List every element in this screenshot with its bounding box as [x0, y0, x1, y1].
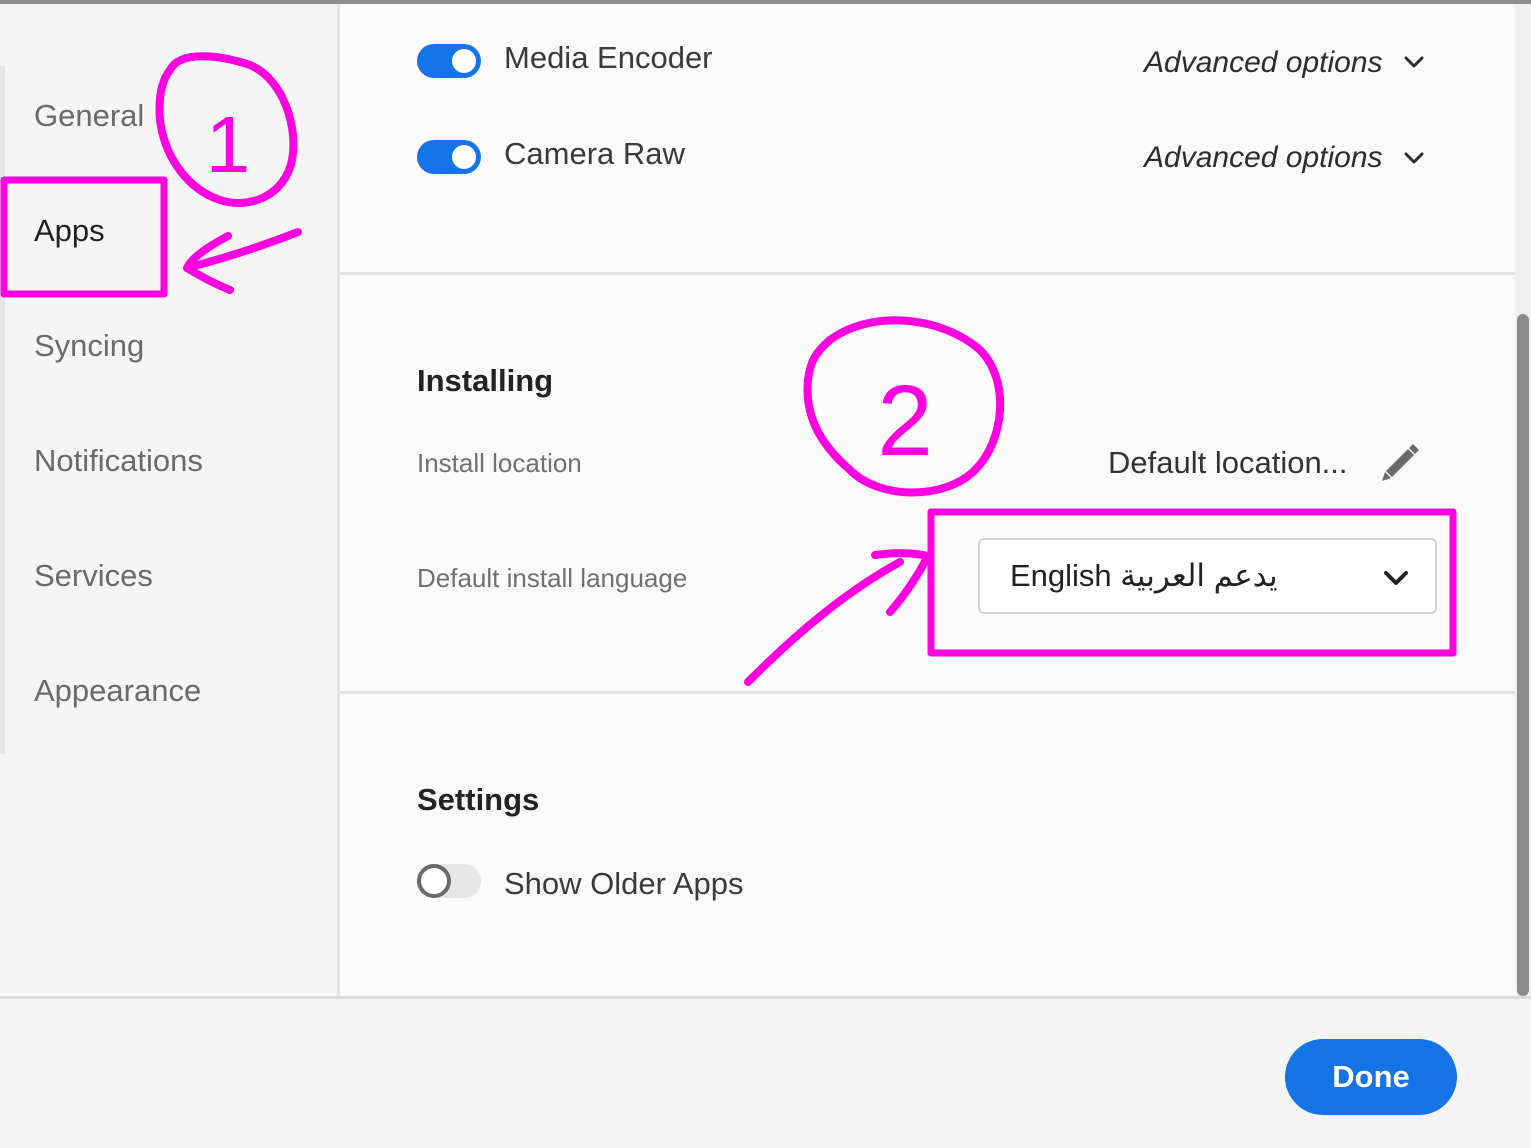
selected-language: English يدعم العربية — [1010, 558, 1278, 593]
camera-raw-label: Camera Raw — [504, 136, 685, 171]
section-divider — [340, 272, 1515, 275]
media-encoder-advanced-options[interactable]: Advanced options — [1144, 43, 1383, 83]
sidebar-item-appearance[interactable]: Appearance — [34, 671, 201, 711]
chevron-down-icon — [1384, 571, 1408, 585]
media-encoder-label: Media Encoder — [504, 40, 713, 75]
toggle-knob — [452, 49, 476, 73]
footer-divider — [0, 996, 1531, 999]
done-button[interactable]: Done — [1285, 1039, 1457, 1115]
sidebar-item-general[interactable]: General — [34, 96, 144, 136]
pencil-icon[interactable] — [1378, 441, 1420, 483]
scrollbar-thumb[interactable] — [1517, 314, 1529, 996]
install-location-value: Default location... — [1108, 445, 1348, 480]
section-divider — [340, 691, 1515, 694]
camera-raw-advanced-options[interactable]: Advanced options — [1144, 138, 1383, 178]
sidebar-item-apps[interactable]: Apps — [34, 211, 105, 251]
chevron-down-icon[interactable] — [1403, 55, 1425, 69]
preferences-sidebar: General Apps Syncing Notifications Servi… — [0, 4, 338, 996]
show-older-apps-toggle[interactable] — [417, 864, 481, 898]
show-older-apps-label: Show Older Apps — [504, 866, 744, 901]
media-encoder-toggle[interactable] — [417, 44, 481, 78]
default-install-language-select[interactable]: English يدعم العربية — [978, 538, 1437, 614]
toggle-knob — [417, 864, 451, 898]
sidebar-item-services[interactable]: Services — [34, 556, 153, 596]
toggle-knob — [452, 145, 476, 169]
sidebar-item-syncing[interactable]: Syncing — [34, 326, 144, 366]
installing-section-title: Installing — [417, 363, 554, 398]
default-install-language-label: Default install language — [417, 563, 688, 593]
chevron-down-icon[interactable] — [1403, 151, 1425, 165]
sidebar-accent-bar — [0, 66, 5, 754]
sidebar-item-notifications[interactable]: Notifications — [34, 441, 203, 481]
settings-section-title: Settings — [417, 782, 540, 817]
camera-raw-toggle[interactable] — [417, 140, 481, 174]
install-location-label: Install location — [417, 448, 582, 478]
